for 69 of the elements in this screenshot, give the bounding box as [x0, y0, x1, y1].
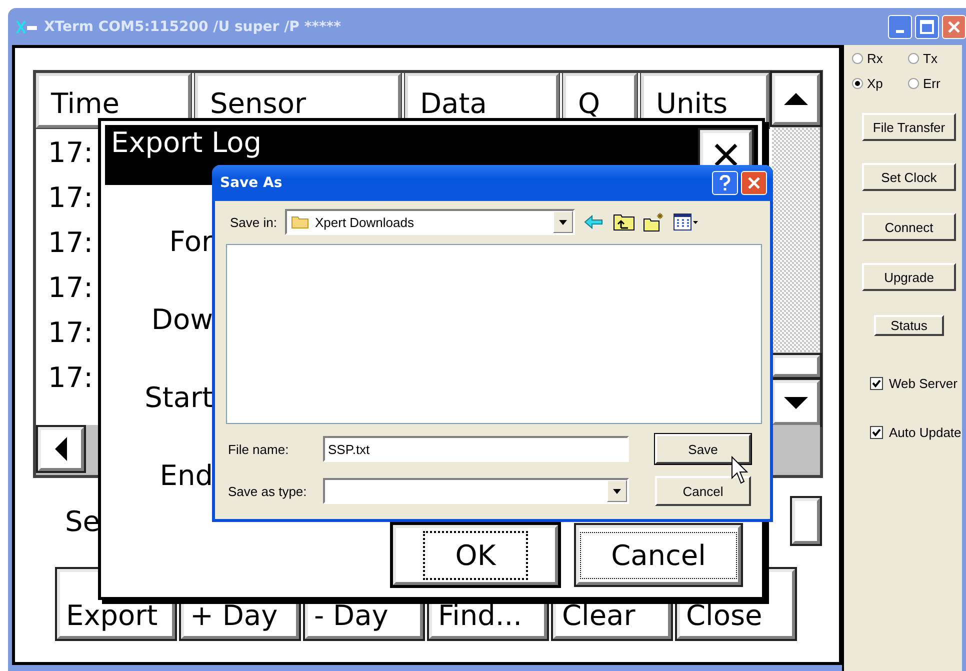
dialog-title: Export Log: [111, 127, 262, 159]
back-arrow-icon[interactable]: [582, 212, 605, 232]
checkbox[interactable]: [870, 377, 883, 390]
view-menu-icon[interactable]: [672, 212, 699, 232]
radio-label: Err: [923, 76, 940, 91]
panel-button[interactable]: File Transfer: [862, 113, 956, 141]
close-icon: [747, 176, 761, 190]
scroll-thumb[interactable]: [772, 355, 820, 377]
dialog-title: Save As: [220, 175, 284, 191]
field-label: File name:: [228, 442, 290, 456]
field-label: Start: [144, 381, 213, 414]
checkbox-label: Auto Update: [889, 425, 962, 440]
dropdown-arrow-icon: [613, 488, 621, 494]
up-folder-icon[interactable]: [612, 212, 635, 232]
dialog-button[interactable]: OK: [393, 525, 558, 585]
checkbox-label: Web Server: [889, 376, 958, 391]
help-button[interactable]: [712, 171, 738, 195]
file-type-dropdown[interactable]: [323, 478, 629, 504]
field-label: End: [160, 459, 213, 492]
folder-icon: [290, 215, 309, 229]
minimize-button[interactable]: [888, 14, 912, 38]
panel-button[interactable]: Status: [874, 315, 944, 336]
radio-label: Tx: [923, 51, 938, 66]
radio-button[interactable]: [852, 78, 863, 89]
window-title: XTerm COM5:115200 /U super /P *****: [44, 18, 342, 34]
table-cell: 17:: [48, 136, 94, 169]
close-icon: [713, 142, 739, 168]
panel-button[interactable]: Set Clock: [862, 163, 956, 191]
radio-label: Xp: [867, 76, 883, 91]
check-icon: [872, 428, 881, 437]
radio-button[interactable]: [908, 78, 919, 89]
table-cell: 17:: [48, 361, 94, 394]
close-icon: [947, 20, 961, 34]
mouse-pointer-icon: [731, 456, 751, 486]
radio-button[interactable]: [908, 53, 919, 64]
table-cell: 17:: [48, 271, 94, 304]
field-label: Dow: [151, 303, 213, 336]
dialog-button[interactable]: Cancel: [576, 525, 741, 585]
help-icon: [719, 175, 731, 191]
file-name-input[interactable]: SSP.txt: [323, 436, 629, 462]
up-arrow-icon: [782, 91, 810, 107]
scroll-left-button[interactable]: [38, 427, 84, 471]
app-icon: [16, 20, 38, 34]
scroll-up-button[interactable]: [772, 73, 820, 125]
field-label: Save in:: [230, 214, 277, 230]
left-arrow-icon: [53, 435, 69, 463]
table-cell: 17:: [48, 181, 94, 214]
field-label: Se: [65, 504, 100, 538]
new-folder-icon[interactable]: [642, 212, 665, 232]
cancel-button[interactable]: Cancel: [655, 476, 751, 506]
maximize-icon: [920, 20, 934, 34]
check-icon: [872, 379, 881, 388]
field-label: Save as type:: [228, 484, 308, 498]
save-button[interactable]: Save: [655, 434, 751, 464]
folder-dropdown[interactable]: Xpert Downloads: [284, 209, 575, 235]
down-arrow-icon: [782, 394, 810, 410]
field-label: For: [169, 225, 213, 258]
radio-button[interactable]: [852, 53, 863, 64]
checkbox[interactable]: [870, 426, 883, 439]
dropdown-arrow-icon: [558, 220, 567, 224]
minimize-icon: [896, 30, 904, 32]
table-cell: 17:: [48, 316, 94, 349]
panel-button[interactable]: Upgrade: [862, 263, 956, 291]
table-cell: 17:: [48, 226, 94, 259]
scroll-down-button[interactable]: [772, 380, 820, 425]
panel-button[interactable]: Connect: [862, 213, 956, 241]
spin-button[interactable]: [792, 498, 820, 544]
maximize-button[interactable]: [915, 14, 939, 38]
radio-label: Rx: [867, 51, 883, 66]
